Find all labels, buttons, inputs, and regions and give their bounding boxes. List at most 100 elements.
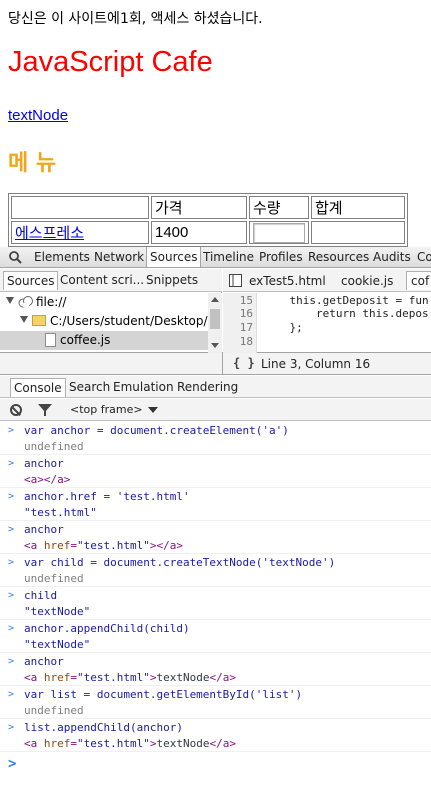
header-item — [11, 196, 149, 219]
editor-status-bar: { } Line 3, Column 16 — [223, 353, 431, 375]
console-entry: > var list = document.getElementById('li… — [0, 686, 431, 719]
drawer-tabs: Console Search Emulation Rendering — [0, 376, 431, 398]
prompt-icon: > — [8, 458, 15, 469]
console-command: var anchor = document.createElement('a') — [24, 424, 289, 437]
prompt-icon: > — [8, 623, 15, 634]
console-entry: > var anchor = document.createElement('a… — [0, 422, 431, 455]
prompt-icon: > — [8, 557, 15, 568]
tree-label: coffee.js — [60, 333, 111, 347]
console-command: var child = document.createTextNode('tex… — [24, 556, 336, 569]
table-header-row: 가격 수량 합계 — [11, 196, 405, 219]
file-tab-coffee[interactable]: cof — [406, 271, 431, 290]
console-output[interactable]: > var anchor = document.createElement('a… — [0, 422, 431, 796]
menu-heading: 메 뉴 — [8, 151, 57, 176]
console-command: anchor — [24, 523, 64, 536]
console-result: <a href="test.html">textNode</a> — [24, 671, 236, 684]
console-entry: > child textNode — [0, 587, 431, 620]
text-node-link[interactable]: textNode — [8, 107, 68, 124]
console-command: anchor.href = 'test.html' — [24, 490, 190, 503]
tree-item-folder[interactable]: C:/Users/student/Desktop/Wo — [0, 312, 208, 331]
console-command: child — [24, 589, 58, 602]
file-tab-extest5[interactable]: exTest5.html — [249, 274, 326, 288]
expand-triangle-icon[interactable] — [6, 297, 14, 304]
tab-nav-sources[interactable]: Sources — [3, 271, 59, 290]
scroll-up-arrow-icon[interactable] — [211, 297, 219, 302]
pretty-print-icon[interactable]: { } — [233, 356, 255, 370]
prompt-icon: > — [8, 524, 15, 535]
file-tree: file:// C:/Users/student/Desktop/Wo coff… — [0, 293, 208, 353]
sources-panel: Sources Content scri... Snippets file:// — [0, 269, 431, 353]
chevron-down-icon[interactable] — [148, 407, 158, 413]
toggle-navigator-icon[interactable] — [229, 274, 242, 287]
tab-search[interactable]: Search — [69, 380, 110, 394]
cursor-position: Line 3, Column 16 — [261, 357, 371, 371]
scroll-down-arrow-icon[interactable] — [211, 343, 219, 348]
tab-profiles[interactable]: Profiles — [259, 250, 303, 264]
navigator-tabs: Sources Content scri... Snippets — [0, 269, 222, 292]
page-title: JavaScript Cafe — [8, 46, 213, 78]
navigator-pane: Sources Content scri... Snippets file:// — [0, 269, 222, 353]
header-price: 가격 — [151, 196, 247, 219]
console-entry: > var child = document.createTextNode('t… — [0, 554, 431, 587]
console-command: anchor — [24, 655, 64, 668]
tab-timeline[interactable]: Timeline — [203, 250, 254, 264]
tab-emulation[interactable]: Emulation — [113, 380, 174, 394]
tab-snippets[interactable]: Snippets — [146, 273, 198, 287]
tab-resources[interactable]: Resources — [308, 250, 369, 264]
header-qty: 수량 — [249, 196, 309, 219]
console-result: textNode — [24, 638, 90, 651]
web-page: 당신은 이 사이트에1회, 액세스 하셨습니다. JavaScript Cafe… — [0, 0, 431, 247]
tab-network[interactable]: Network — [94, 250, 144, 264]
tab-console[interactable]: Console — [10, 378, 66, 397]
devtools-panel: Elements Network Sources Timeline Profil… — [0, 247, 431, 796]
console-result: undefined — [24, 572, 84, 585]
console-command: anchor.appendChild(child) — [24, 622, 190, 635]
prompt-icon: > — [8, 425, 15, 436]
frame-selector[interactable]: <top frame> — [70, 403, 143, 416]
navigator-footer — [0, 353, 223, 375]
tree-item-coffee-js[interactable]: coffee.js — [0, 331, 208, 350]
code-editor[interactable]: 15 16 17 18 this.getDeposit = fun return… — [223, 293, 431, 353]
search-icon[interactable] — [8, 250, 22, 264]
file-tab-cookie[interactable]: cookie.js — [341, 274, 393, 288]
total-cell — [311, 221, 405, 244]
header-total: 합계 — [311, 196, 405, 219]
devtools-main-toolbar: Elements Network Sources Timeline Profil… — [0, 247, 431, 268]
console-input-prompt[interactable]: > — [8, 756, 16, 772]
tab-sources[interactable]: Sources — [146, 247, 202, 267]
line-number: 15 — [239, 294, 253, 307]
tree-item-file-root[interactable]: file:// — [0, 293, 208, 312]
console-result: <a href="test.html">textNode</a> — [24, 737, 236, 750]
console-entry: > anchor.appendChild(child) textNode — [0, 620, 431, 653]
console-result: <a></a> — [24, 473, 71, 486]
code-line: }; — [263, 321, 303, 334]
code-line: this.getDeposit = fun — [263, 294, 429, 307]
prompt-icon: > — [8, 590, 15, 601]
scroll-thumb[interactable] — [210, 309, 220, 329]
console-entry: > anchor <a href="test.html"></a> — [0, 521, 431, 554]
console-command: list.appendChild(anchor) — [24, 721, 183, 734]
editor-pane: exTest5.html cookie.js cof 15 16 17 18 t… — [223, 269, 431, 353]
console-result: undefined — [24, 440, 84, 453]
console-entry: > anchor <a href="test.html">textNode</a… — [0, 653, 431, 686]
console-result: <a href="test.html"></a> — [24, 539, 183, 552]
cloud-icon — [18, 296, 33, 308]
prompt-icon: > — [8, 722, 15, 733]
tab-audits[interactable]: Audits — [373, 250, 411, 264]
tab-elements[interactable]: Elements — [34, 250, 90, 264]
code-line: return this.depos — [263, 307, 429, 320]
folder-icon — [32, 315, 46, 326]
quantity-input[interactable] — [253, 222, 305, 243]
tab-rendering[interactable]: Rendering — [177, 380, 238, 394]
expand-triangle-icon[interactable] — [20, 316, 28, 323]
editor-file-tabs: exTest5.html cookie.js cof — [223, 269, 431, 292]
table-row: 에스프레소 1400 — [11, 221, 405, 244]
item-link-espresso[interactable]: 에스프레소 — [15, 225, 84, 242]
tab-console-overflow[interactable]: Co — [417, 250, 431, 264]
filter-icon[interactable] — [38, 404, 52, 416]
console-result: undefined — [24, 704, 84, 717]
line-number: 16 — [239, 307, 253, 320]
navigator-scrollbar[interactable] — [208, 293, 222, 353]
clear-console-icon[interactable] — [10, 404, 22, 416]
tab-content-scripts[interactable]: Content scri... — [60, 273, 144, 287]
